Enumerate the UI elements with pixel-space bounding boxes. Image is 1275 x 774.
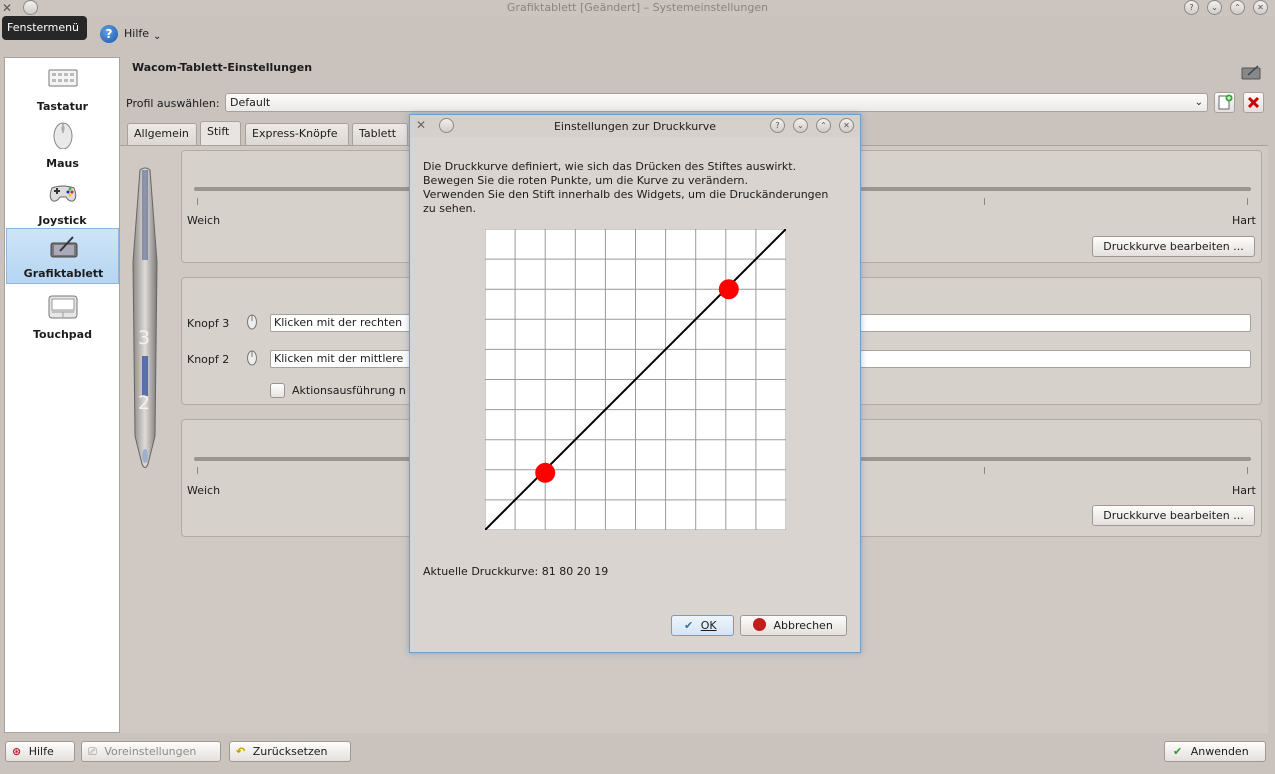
defaults-button[interactable]: ⎚ Voreinstellungen bbox=[81, 741, 221, 762]
description-line: Bewegen Sie die roten Punkte, um die Kur… bbox=[423, 174, 749, 187]
help-button[interactable]: ⊛ Hilfe bbox=[5, 741, 75, 762]
dialog-description: Die Druckkurve definiert, wie sich das D… bbox=[423, 160, 853, 216]
sidebar: Tastatur Maus Joystick Grafiktablett Tou… bbox=[4, 57, 120, 733]
tooltip: Fenstermenü bbox=[2, 16, 87, 40]
sidebar-item-label: Maus bbox=[46, 157, 79, 170]
profile-label: Profil auswählen: bbox=[126, 97, 220, 110]
gamepad-icon bbox=[49, 185, 77, 202]
context-help-button[interactable]: ? bbox=[1184, 0, 1199, 15]
page-title: Wacom-Tablett-Einstellungen bbox=[132, 61, 313, 74]
tab-tablet[interactable]: Tablett bbox=[352, 123, 408, 145]
edit-pressure-curve-button[interactable]: Druckkurve bearbeiten ... bbox=[1092, 236, 1255, 257]
checkmark-icon: ✔ bbox=[1173, 745, 1183, 758]
window-title: Grafiktablett [Geändert] – Systemeinstel… bbox=[506, 1, 769, 14]
ok-button[interactable]: ✔ OK bbox=[671, 615, 734, 636]
help-menu-button[interactable]: ? Hilfe ⌄ bbox=[100, 24, 170, 46]
touchpad-icon bbox=[48, 295, 78, 319]
mouse-icon bbox=[53, 122, 73, 149]
slider-max-label: Hart bbox=[1232, 484, 1256, 497]
slider-max-label: Hart bbox=[1232, 214, 1256, 227]
window-titlebar: Grafiktablett [Geändert] – Systemeinstel… bbox=[0, 0, 1275, 16]
close-button[interactable]: ✕ bbox=[839, 118, 854, 133]
button-3-action[interactable]: Klicken mit der rechten bbox=[270, 314, 411, 332]
button-2-action[interactable]: Klicken mit der mittlere bbox=[270, 350, 411, 368]
context-help-button[interactable]: ? bbox=[770, 118, 785, 133]
slider-min-label: Weich bbox=[187, 214, 221, 227]
pressure-curve-dialog: ✕ Einstellungen zur Druckkurve ? ⌄ ⌃ ✕ D… bbox=[409, 114, 861, 653]
tab-express-keys[interactable]: Express-Knöpfe bbox=[245, 123, 349, 145]
maximize-button[interactable]: ⌃ bbox=[1230, 0, 1245, 15]
edit-pressure-curve-button[interactable]: Druckkurve bearbeiten ... bbox=[1092, 505, 1255, 526]
maximize-button[interactable]: ⌃ bbox=[816, 118, 831, 133]
undo-icon: ↶ bbox=[236, 745, 246, 758]
button-3-label: Knopf 3 bbox=[187, 317, 230, 330]
current-curve-label: Aktuelle Druckkurve: 81 80 20 19 bbox=[423, 565, 609, 578]
action-checkbox-label: Aktionsausführung n bbox=[292, 384, 406, 397]
dialog-titlebar: ✕ Einstellungen zur Druckkurve ? ⌄ ⌃ ✕ bbox=[410, 115, 860, 137]
sidebar-item-joystick[interactable]: Joystick bbox=[6, 174, 119, 230]
checkmark-icon: ✔ bbox=[684, 619, 694, 632]
help-icon: ? bbox=[100, 25, 118, 43]
tab-pen[interactable]: Stift bbox=[200, 121, 241, 146]
add-profile-button[interactable] bbox=[1214, 92, 1235, 113]
slider-min-label: Weich bbox=[187, 484, 221, 497]
button-2-label: Knopf 2 bbox=[187, 353, 230, 366]
tools-icon[interactable]: ✕ bbox=[2, 1, 12, 15]
slider-tick bbox=[1247, 467, 1248, 474]
sidebar-item-keyboard[interactable]: Tastatur bbox=[6, 60, 119, 116]
chevron-down-icon: ⌄ bbox=[1194, 97, 1203, 108]
action-checkbox[interactable] bbox=[270, 383, 285, 398]
cancel-icon bbox=[753, 618, 766, 631]
slider-tick bbox=[197, 467, 198, 474]
close-button[interactable]: ✕ bbox=[1253, 0, 1268, 15]
sidebar-item-label: Joystick bbox=[38, 214, 87, 227]
mouse-icon bbox=[247, 314, 257, 330]
slider-tick bbox=[984, 467, 985, 474]
button-2-action-field[interactable] bbox=[860, 350, 1251, 368]
button-3-action-field[interactable] bbox=[860, 314, 1251, 332]
new-document-icon bbox=[1218, 94, 1233, 110]
help-icon: ⊛ bbox=[12, 745, 22, 758]
minimize-button[interactable]: ⌄ bbox=[1207, 0, 1222, 15]
sidebar-item-touchpad[interactable]: Touchpad bbox=[6, 288, 119, 344]
sidebar-item-mouse[interactable]: Maus bbox=[6, 117, 119, 173]
defaults-icon: ⎚ bbox=[88, 745, 97, 758]
sidebar-item-tablet[interactable]: Grafiktablett bbox=[6, 228, 119, 284]
pressure-curve-widget[interactable] bbox=[485, 229, 786, 530]
chevron-down-icon: ⌄ bbox=[153, 31, 162, 42]
pen-button-number: 2 bbox=[138, 392, 151, 414]
description-line: Verwenden Sie den Stift innerhalb des Wi… bbox=[423, 188, 829, 201]
profile-select[interactable]: Default ⌄ bbox=[225, 93, 1208, 112]
curve-control-point[interactable] bbox=[535, 462, 556, 483]
delete-icon bbox=[1247, 96, 1260, 109]
mouse-icon bbox=[247, 350, 257, 366]
profile-select-value: Default bbox=[230, 96, 271, 109]
keyboard-icon bbox=[48, 69, 78, 87]
tablet-icon bbox=[50, 236, 78, 258]
description-line: Die Druckkurve definiert, wie sich das D… bbox=[423, 160, 797, 173]
curve-control-point[interactable] bbox=[718, 279, 739, 300]
apply-button[interactable]: ✔ Anwenden bbox=[1164, 741, 1266, 762]
sidebar-item-label: Tastatur bbox=[36, 100, 89, 113]
tablet-small-icon bbox=[1241, 65, 1261, 80]
slider-tick bbox=[197, 198, 198, 205]
reset-button[interactable]: ↶ Zurücksetzen bbox=[229, 741, 351, 762]
slider-tick bbox=[984, 198, 985, 205]
help-menu-label: Hilfe bbox=[124, 27, 150, 40]
slider-tick bbox=[1247, 198, 1248, 205]
description-line: zu sehen. bbox=[423, 202, 476, 215]
sidebar-item-label: Grafiktablett bbox=[23, 267, 104, 280]
tab-general[interactable]: Allgemein bbox=[127, 123, 197, 145]
sidebar-item-label: Touchpad bbox=[33, 328, 92, 341]
delete-profile-button[interactable] bbox=[1243, 92, 1264, 113]
cancel-button[interactable]: Abbrechen bbox=[740, 615, 847, 636]
minimize-button[interactable]: ⌄ bbox=[793, 118, 808, 133]
pen-button-number: 3 bbox=[138, 327, 151, 349]
window-menu-button[interactable] bbox=[23, 0, 38, 15]
pen-illustration bbox=[132, 167, 158, 468]
